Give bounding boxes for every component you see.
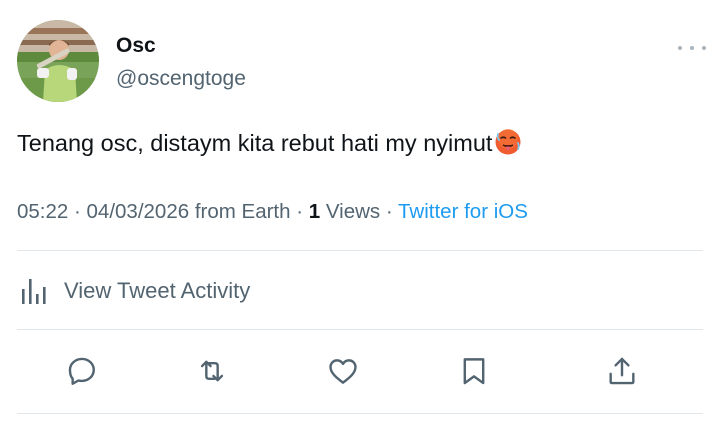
more-dot <box>702 46 706 50</box>
bar-chart-icon <box>22 278 46 304</box>
meta-separator: · <box>380 200 399 223</box>
more-horizontal-icon[interactable] <box>678 38 706 58</box>
user-handle[interactable]: @oscengtoge <box>116 66 246 92</box>
reply-icon <box>68 357 95 385</box>
tweet-time[interactable]: 05:22 <box>17 200 68 223</box>
divider <box>17 250 703 251</box>
tweet-text: Tenang osc, distaym kita rebut hati my n… <box>17 128 523 158</box>
tweet-meta: 05:22 · 04/03/2026 from Earth · 1 Views … <box>17 199 528 225</box>
view-tweet-activity-label: View Tweet Activity <box>64 278 251 303</box>
more-dot <box>678 46 682 50</box>
more-dot <box>690 46 694 50</box>
display-name[interactable]: Osc <box>116 33 156 59</box>
divider <box>17 413 703 414</box>
tweet-card: Osc @oscengtoge Tenang osc, distaym kita… <box>0 0 720 421</box>
hot-face-emoji-icon <box>495 129 521 155</box>
heart-icon <box>329 359 357 384</box>
share-icon <box>609 357 635 385</box>
avatar-image <box>17 20 99 102</box>
meta-separator: · <box>68 200 87 223</box>
views-count: 1 <box>308 200 321 223</box>
tweet-location: from Earth <box>189 200 291 223</box>
tweet-source-link[interactable]: Twitter for iOS <box>398 200 528 223</box>
retweet-icon <box>200 360 224 382</box>
meta-separator: · <box>290 200 309 223</box>
bookmark-icon <box>463 358 485 385</box>
views-label: Views <box>320 200 381 223</box>
share-button[interactable] <box>603 352 641 390</box>
view-tweet-activity-button[interactable]: View Tweet Activity <box>17 272 250 310</box>
tweet-text-content: Tenang osc, distaym kita rebut hati my n… <box>17 130 493 156</box>
avatar[interactable] <box>17 20 99 102</box>
bookmark-button[interactable] <box>455 352 493 390</box>
divider <box>17 329 703 330</box>
retweet-button[interactable] <box>193 352 231 390</box>
like-button[interactable] <box>324 352 362 390</box>
reply-button[interactable] <box>63 352 101 390</box>
tweet-date[interactable]: 04/03/2026 <box>87 200 190 223</box>
